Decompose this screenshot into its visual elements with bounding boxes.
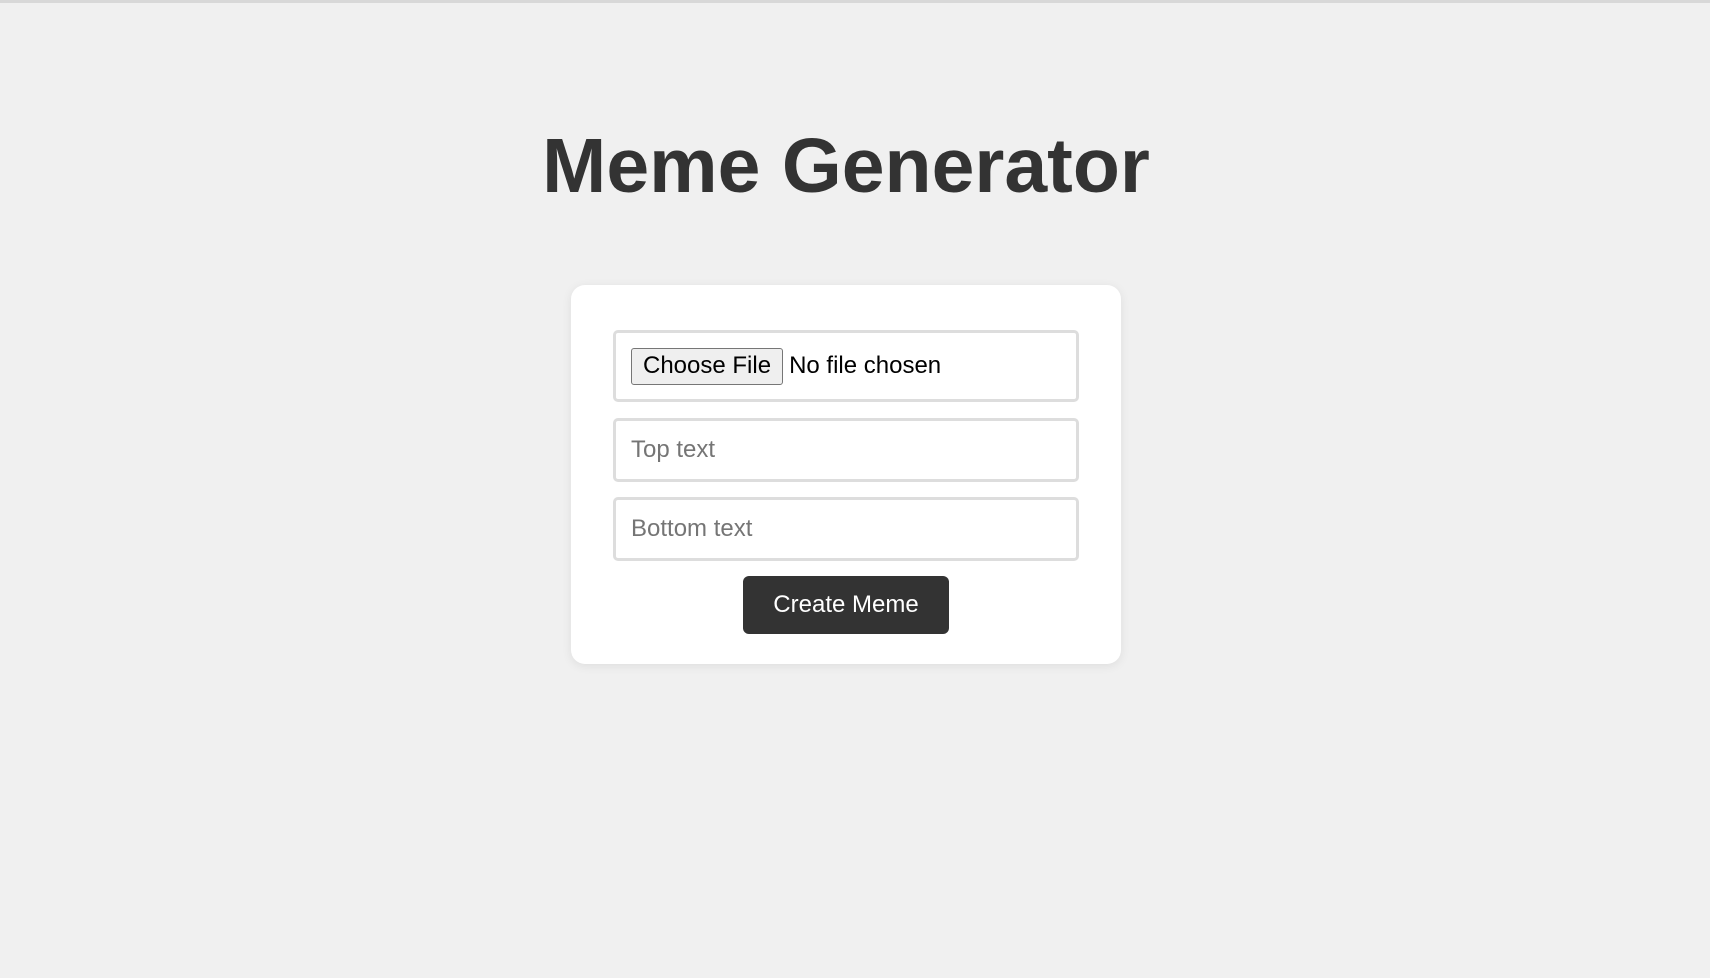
- bottom-text-input[interactable]: [613, 497, 1079, 561]
- top-text-input[interactable]: [613, 418, 1079, 482]
- file-upload-field[interactable]: Choose File No file chosen: [613, 330, 1079, 402]
- create-meme-button[interactable]: Create Meme: [743, 576, 949, 634]
- meme-form-card: Choose File No file chosen Create Meme: [571, 285, 1121, 664]
- file-status-text: No file chosen: [789, 352, 942, 379]
- choose-file-button[interactable]: Choose File: [631, 347, 784, 385]
- page-title: Meme Generator: [542, 123, 1150, 209]
- top-border: [0, 0, 1710, 3]
